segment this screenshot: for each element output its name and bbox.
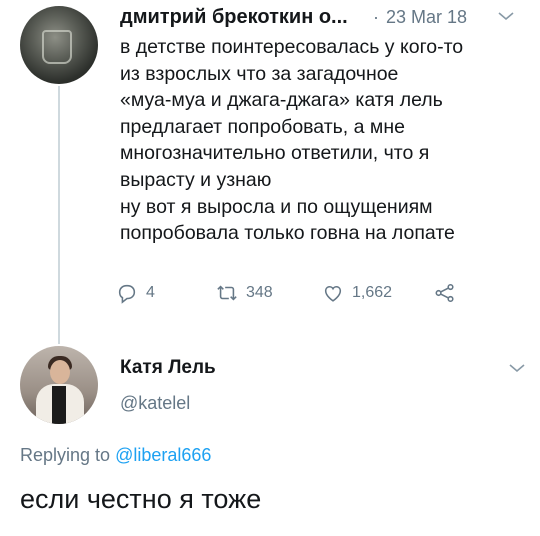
tweet-text-line: многозначительно ответили, что я [120, 142, 430, 165]
tweet-text-line: «муа-муа и джага-джага» катя лель [120, 89, 443, 112]
like-button[interactable]: 1,662 [322, 282, 392, 304]
tweet-date[interactable]: 23 Mar 18 [386, 7, 467, 28]
chevron-down-icon[interactable] [508, 362, 526, 374]
reply-tweet-text: если честно я тоже [20, 484, 262, 514]
meta-separator: · [373, 7, 379, 27]
tweet-text-line: попробовала только говна на лопате [120, 222, 455, 245]
retweet-icon [217, 285, 237, 301]
tweet-text-line: предлагает попробовать, а мне [120, 115, 405, 138]
tweet-text-line: из взрослых что за загадочное [120, 62, 399, 85]
reply-author-handle[interactable]: @katelel [120, 393, 190, 414]
share-button[interactable] [434, 282, 456, 304]
reply-button[interactable]: 4 [116, 282, 155, 304]
replying-to: Replying to @liberal666 [20, 445, 211, 466]
like-icon [324, 285, 342, 302]
chevron-down-icon[interactable] [497, 10, 515, 22]
retweet-count: 348 [246, 284, 273, 301]
reply-icon [118, 284, 136, 304]
retweet-button[interactable]: 348 [216, 282, 273, 304]
reply-author-name[interactable]: Катя Лель [120, 357, 216, 379]
tweet-text-line: ну вот я выросла и по ощущениям [120, 195, 433, 218]
author-name[interactable]: дмитрий брекоткин о... [120, 6, 348, 29]
author-avatar[interactable] [20, 6, 98, 84]
thread-connector-line [58, 86, 60, 344]
like-count: 1,662 [352, 284, 393, 301]
reply-count: 4 [146, 284, 155, 301]
share-icon [435, 283, 454, 303]
tweet-actions: 4 348 1,662 [116, 282, 476, 310]
reply-author-avatar[interactable] [20, 346, 98, 424]
replying-to-label: Replying to [20, 445, 116, 465]
tweet-text-line: в детстве поинтересовалась у кого-то [120, 36, 464, 58]
tweet-text-line: вырасту и узнаю [120, 168, 272, 191]
tweet-text: в детстве поинтересовалась у кого-то из в… [120, 34, 530, 247]
replying-to-handle-link[interactable]: @liberal666 [115, 445, 211, 465]
